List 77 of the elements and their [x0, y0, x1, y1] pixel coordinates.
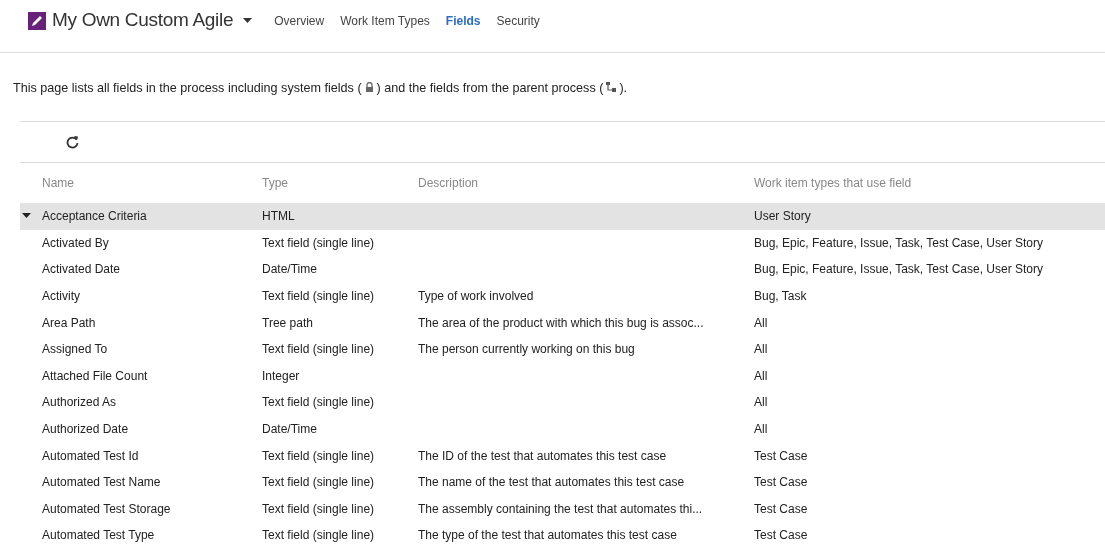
- table-cell: Test Case: [754, 475, 808, 490]
- table-cell: Authorized Date: [42, 422, 129, 437]
- nav-tab[interactable]: Overview: [266, 11, 333, 30]
- table-cell: Date/Time: [262, 262, 317, 277]
- table-cell: Activated By: [42, 235, 109, 250]
- table-cell: Tree path: [262, 315, 313, 330]
- table-row[interactable]: Automated Test Id Text field (single line) The ID of the test that automates this test case Test Case: [20, 442, 1105, 469]
- table-row[interactable]: Activity Text field (single line) Type of work involved Bug, Task: [20, 282, 1105, 310]
- inherited-icon: [606, 82, 617, 92]
- intro-text: This page lists all fields in the process including system fields (: [13, 80, 362, 97]
- table-cell: Automated Test Name: [42, 475, 161, 490]
- table-row[interactable]: Automated Test Type Text field (single line) The type of the test that automates this test case Test Case: [20, 522, 1105, 549]
- table-cell: Text field (single line): [262, 342, 375, 357]
- table-cell: The type of the test that automates this test case: [418, 528, 677, 543]
- table-row[interactable]: Assigned To Text field (single line) The person currently working on this bug All: [20, 335, 1105, 363]
- table-cell: Text field (single line): [262, 501, 375, 516]
- column-header: Work item types that use field: [754, 175, 913, 192]
- lock-icon: [364, 82, 374, 92]
- table-cell: Activity: [42, 289, 80, 304]
- table-cell: The assembly containing the test that automates thi...: [418, 501, 703, 516]
- table-row[interactable]: Attached File Count Integer All: [20, 362, 1105, 390]
- table-cell: User Story: [754, 209, 811, 224]
- table-row[interactable]: Automated Test Name Text field (single line) The name of the test that automates this test case Test Case: [20, 468, 1105, 496]
- table-row[interactable]: Authorized As Text field (single line) All: [20, 389, 1105, 416]
- table-row[interactable]: Area Path Tree path The area of the product with which this bug is assoc... All: [20, 309, 1105, 336]
- table-row[interactable]: Acceptance Criteria HTML User Story: [20, 203, 1105, 230]
- caret-icon: [243, 17, 253, 24]
- column-header: Type: [262, 175, 289, 192]
- table-cell: Bug, Task: [754, 289, 807, 304]
- table-cell: All: [754, 342, 768, 357]
- table-cell: The name of the test that automates this test case: [418, 475, 685, 490]
- table-cell: Test Case: [754, 528, 808, 543]
- table-cell: Text field (single line): [262, 475, 375, 490]
- table-cell: Area Path: [42, 315, 96, 330]
- table-cell: Acceptance Criteria: [42, 209, 147, 224]
- table-cell: The area of the product with which this bug is assoc...: [418, 315, 704, 330]
- column-header: Description: [418, 175, 480, 192]
- table-cell: The ID of the test that automates this test case: [418, 448, 667, 463]
- table-cell: The person currently working on this bug: [418, 342, 635, 357]
- table-row[interactable]: Automated Test Storage Text field (single line) The assembly containing the test that automates thi... Test Case: [20, 495, 1105, 523]
- intro-text: ).: [619, 80, 628, 97]
- table-cell: Assigned To: [42, 342, 108, 357]
- table-cell: Text field (single line): [262, 289, 375, 304]
- nav-tab[interactable]: Fields: [437, 11, 489, 30]
- table-cell: Automated Test Storage: [42, 501, 171, 516]
- table-cell: Automated Test Id: [42, 448, 139, 463]
- table-row[interactable]: Activated By Text field (single line) Bug, Epic, Feature, Issue, Task, Test Case, User Story: [20, 229, 1105, 257]
- table-cell: HTML: [262, 209, 295, 224]
- table-cell: Bug, Epic, Feature, Issue, Task, Test Case, User Story: [754, 262, 1043, 277]
- table-cell: Text field (single line): [262, 235, 375, 250]
- table-cell: All: [754, 395, 768, 410]
- table-row[interactable]: Authorized Date Date/Time All: [20, 415, 1105, 443]
- table-cell: Test Case: [754, 448, 808, 463]
- refresh-icon[interactable]: [66, 135, 79, 149]
- nav-tab[interactable]: Security: [488, 11, 548, 30]
- table-cell: Integer: [262, 368, 300, 383]
- table-cell: Date/Time: [262, 422, 317, 437]
- table-cell: Text field (single line): [262, 395, 375, 410]
- table-cell: Type of work involved: [418, 289, 534, 304]
- table-cell: Authorized As: [42, 395, 117, 410]
- table-cell: Activated Date: [42, 262, 121, 277]
- table-cell: Text field (single line): [262, 528, 375, 543]
- table-cell: All: [754, 315, 768, 330]
- pencil-icon: [28, 11, 46, 30]
- table-cell: All: [754, 422, 768, 437]
- process-selector[interactable]: My Own Custom Agile: [28, 6, 253, 35]
- nav-tab[interactable]: Work Item Types: [332, 11, 438, 30]
- table-cell: Text field (single line): [262, 448, 375, 463]
- table-cell: Attached File Count: [42, 368, 148, 383]
- column-header: Name: [41, 175, 75, 192]
- table-row[interactable]: Activated Date Date/Time Bug, Epic, Feature, Issue, Task, Test Case, User Story: [20, 256, 1105, 283]
- caret-icon[interactable]: [22, 213, 31, 220]
- table-cell: Automated Test Type: [42, 528, 155, 543]
- intro-text: ) and the fields from the parent process (: [376, 80, 604, 97]
- table-cell: Bug, Epic, Feature, Issue, Task, Test Case, User Story: [754, 235, 1043, 250]
- table-cell: Test Case: [754, 501, 808, 516]
- table-cell: All: [754, 368, 768, 383]
